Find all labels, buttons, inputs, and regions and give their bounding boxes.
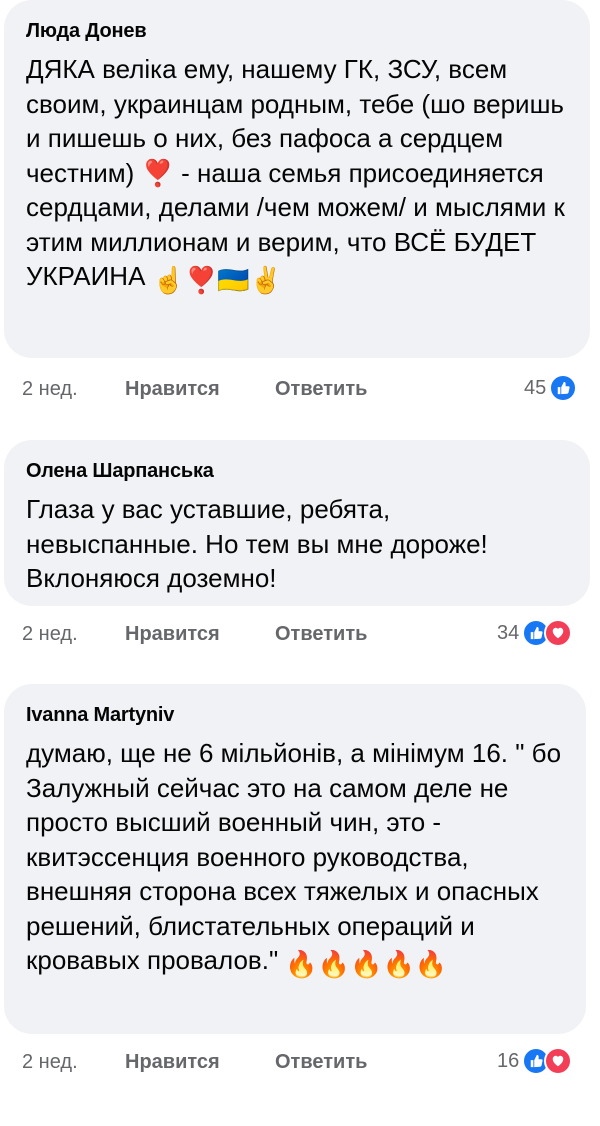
comment-actions: 2 нед. Нравится Ответить bbox=[22, 374, 367, 404]
like-button[interactable]: Нравится bbox=[125, 623, 275, 646]
reaction-summary[interactable]: 34 bbox=[497, 619, 573, 647]
reply-button[interactable]: Ответить bbox=[275, 623, 367, 646]
comment-text-body: думаю, ще не 6 мільйонів, а мінімум 16. … bbox=[26, 738, 569, 975]
like-button[interactable]: Нравится bbox=[125, 378, 275, 401]
comment-bubble[interactable]: Люда Донев ДЯКА веліка ему, нашему ГК, З… bbox=[4, 0, 590, 358]
reaction-count: 34 bbox=[497, 621, 520, 644]
comment-timestamp[interactable]: 2 нед. bbox=[22, 623, 125, 646]
reply-button[interactable]: Ответить bbox=[275, 1051, 367, 1074]
comment-timestamp[interactable]: 2 нед. bbox=[22, 1051, 125, 1074]
reaction-count: 45 bbox=[524, 376, 547, 399]
reaction-summary[interactable]: 16 bbox=[497, 1047, 573, 1075]
love-icon bbox=[544, 619, 573, 647]
comment-text: думаю, ще не 6 мільйонів, а мінімум 16. … bbox=[26, 736, 564, 982]
comment-text-body: ДЯКА веліка ему, нашему ГК, ЗСУ, всем св… bbox=[26, 54, 573, 291]
comment: Ivanna Martyniv думаю, ще не 6 мільйонів… bbox=[4, 684, 586, 1034]
comment-author[interactable]: Люда Донев bbox=[26, 18, 568, 44]
comment-bubble[interactable]: Ivanna Martyniv думаю, ще не 6 мільйонів… bbox=[4, 684, 586, 1034]
comment-text: ДЯКА веліка ему, нашему ГК, ЗСУ, всем св… bbox=[26, 52, 568, 298]
comment: Олена Шарпанська Глаза у вас уставшие, р… bbox=[4, 440, 590, 606]
reaction-summary[interactable]: 45 bbox=[524, 374, 578, 402]
comment: Люда Донев ДЯКА веліка ему, нашему ГК, З… bbox=[4, 0, 590, 358]
comment-bubble[interactable]: Олена Шарпанська Глаза у вас уставшие, р… bbox=[4, 440, 590, 606]
comment-actions: 2 нед. Нравится Ответить bbox=[22, 1047, 367, 1077]
like-icon bbox=[549, 374, 578, 402]
comment-actions: 2 нед. Нравится Ответить bbox=[22, 619, 367, 649]
love-icon bbox=[544, 1047, 573, 1075]
like-button[interactable]: Нравится bbox=[125, 1051, 275, 1074]
comment-text: Глаза у вас уставшие, ребята, невыспанны… bbox=[26, 494, 496, 593]
reply-button[interactable]: Ответить bbox=[275, 378, 367, 401]
comment-timestamp[interactable]: 2 нед. bbox=[22, 378, 125, 401]
comment-emojis: 🔥🔥🔥🔥🔥 bbox=[285, 949, 448, 979]
comment-emojis: ☝️❣️🇺🇦✌️ bbox=[152, 265, 283, 295]
comment-author[interactable]: Олена Шарпанська bbox=[26, 458, 568, 484]
reaction-count: 16 bbox=[497, 1049, 520, 1072]
comment-author[interactable]: Ivanna Martyniv bbox=[26, 702, 564, 728]
